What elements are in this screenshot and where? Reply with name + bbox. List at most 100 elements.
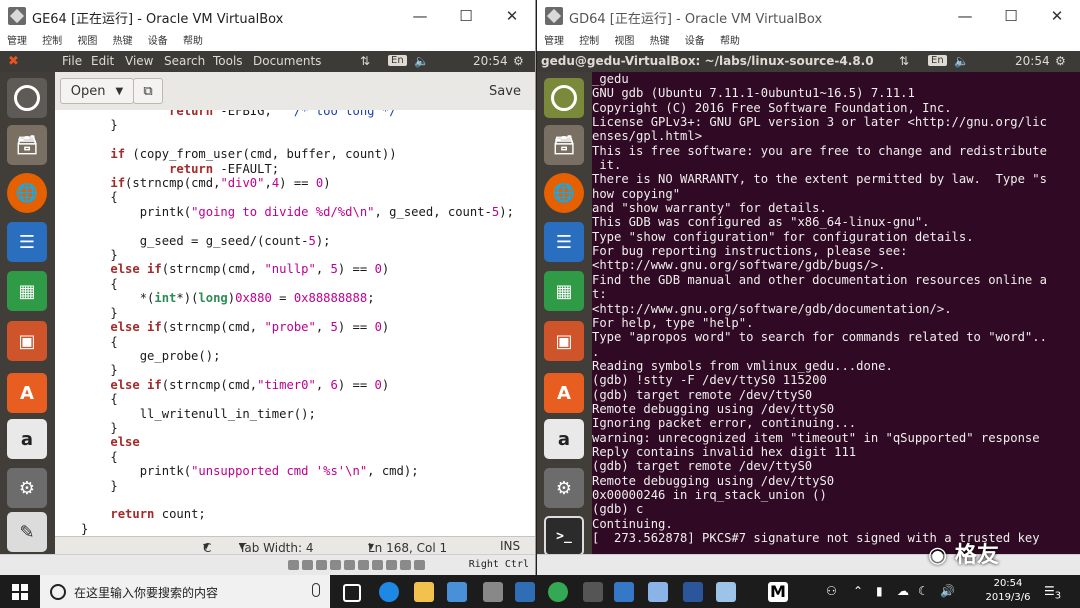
terminal-icon[interactable]: >_ [544, 516, 584, 556]
menu-hotkey[interactable]: 热键 [113, 32, 133, 51]
word-icon[interactable] [683, 582, 703, 602]
virtualbox-manager-icon[interactable] [716, 582, 736, 602]
amazon-icon[interactable]: a [544, 419, 584, 459]
menu-manage[interactable]: 管理 [7, 32, 27, 51]
menu-view[interactable]: View [125, 54, 153, 68]
maximize-icon[interactable]: ☐ [443, 0, 489, 32]
menu-tools[interactable]: Tools [213, 54, 243, 68]
optical-icon[interactable] [302, 560, 313, 570]
close-icon[interactable]: ✖ [8, 54, 19, 69]
writer-icon[interactable]: ☰ [7, 222, 47, 262]
minimize-icon[interactable]: — [397, 0, 443, 32]
panel-clock[interactable]: 20:54 [1015, 54, 1050, 68]
people-icon[interactable]: ⚇ [826, 584, 837, 598]
onedrive-icon[interactable]: ☁ [897, 584, 909, 598]
close-icon[interactable]: ✕ [1034, 0, 1080, 32]
left-virtualbox-window[interactable]: GE64 [正在运行] - Oracle VM VirtualBox — ☐ ✕… [0, 0, 536, 575]
task-view-icon[interactable] [343, 584, 361, 602]
gear-icon[interactable]: ⚙ [1055, 54, 1066, 68]
notification-icon[interactable]: ☰3 [1044, 584, 1061, 601]
start-button[interactable] [0, 575, 40, 608]
minimize-icon[interactable]: — [942, 0, 988, 32]
microphone-icon[interactable] [312, 583, 320, 597]
gear-icon[interactable]: ⚙ [513, 54, 524, 68]
battery-icon[interactable]: ▮ [876, 584, 883, 598]
ubuntu-dash-icon[interactable] [7, 78, 47, 118]
menu-help[interactable]: 帮助 [183, 32, 203, 51]
save-button[interactable]: Save [483, 78, 527, 104]
maximize-icon[interactable]: ☐ [988, 0, 1034, 32]
recording-icon[interactable] [386, 560, 397, 570]
right-virtualbox-window[interactable]: GD64 [正在运行] - Oracle VM VirtualBox — ☐ ✕… [537, 0, 1080, 575]
calc-icon[interactable]: ▦ [7, 271, 47, 311]
files-icon[interactable]: 🗃 [7, 125, 47, 165]
mouse-integration-icon[interactable] [414, 560, 425, 570]
keyboard-lang-indicator[interactable]: En [388, 55, 407, 66]
menu-file[interactable]: File [62, 54, 82, 68]
store-icon[interactable] [447, 582, 467, 602]
menu-view[interactable]: 视图 [614, 32, 634, 51]
chrome-icon[interactable] [548, 582, 568, 602]
menu-help[interactable]: 帮助 [720, 32, 740, 51]
menu-documents[interactable]: Documents [253, 54, 321, 68]
speaker-icon[interactable]: 🔊 [940, 584, 955, 598]
shared-folder-icon[interactable] [358, 560, 369, 570]
menu-devices[interactable]: 设备 [685, 32, 705, 51]
panel-clock[interactable]: 20:54 [473, 54, 508, 68]
pinned-app-3-icon[interactable] [614, 582, 634, 602]
new-tab-button[interactable]: ⧉ [133, 78, 163, 104]
file-explorer-icon[interactable] [414, 582, 434, 602]
terminal-output[interactable]: _gedu GNU gdb (Ubuntu 7.11.1-0ubuntu1~16.… [592, 72, 1080, 555]
text-editor-icon[interactable]: ✎ [7, 512, 47, 552]
network-updown-icon[interactable]: ⇅ [360, 54, 370, 68]
menu-search[interactable]: Search [164, 54, 205, 68]
volume-icon[interactable]: 🔈 [954, 54, 969, 68]
taskbar-clock[interactable]: 20:54 2019/3/6 [983, 577, 1033, 605]
menu-control[interactable]: 控制 [42, 32, 62, 51]
open-button[interactable]: Open ▼ [60, 78, 134, 104]
network-updown-icon[interactable]: ⇅ [899, 54, 909, 68]
writer-icon[interactable]: ☰ [544, 222, 584, 262]
code-content[interactable]: return -EFBIG; /* too long */ } if (copy… [81, 110, 514, 536]
menu-view[interactable]: 视图 [77, 32, 97, 51]
settings-icon[interactable]: ⚙ [7, 468, 47, 508]
menu-control[interactable]: 控制 [579, 32, 599, 51]
calc-icon[interactable]: ▦ [544, 271, 584, 311]
language-selector[interactable]: C ▾ [203, 539, 211, 555]
close-icon[interactable]: ✕ [489, 0, 535, 32]
keyboard-lang-indicator[interactable]: En [928, 55, 947, 66]
files-icon[interactable]: 🗃 [544, 125, 584, 165]
display-icon[interactable] [372, 560, 383, 570]
menu-devices[interactable]: 设备 [148, 32, 168, 51]
software-center-icon[interactable]: A [544, 373, 584, 413]
firefox-icon[interactable]: 🌐 [7, 173, 47, 213]
left-window-titlebar[interactable]: GE64 [正在运行] - Oracle VM VirtualBox — ☐ ✕ [0, 0, 535, 33]
pinned-app-m-icon[interactable]: M [768, 582, 788, 602]
code-editor[interactable]: return -EFBIG; /* too long */ } if (copy… [55, 110, 535, 536]
audio-icon[interactable] [316, 560, 327, 570]
cpu-icon[interactable] [400, 560, 411, 570]
network-icon[interactable] [330, 560, 341, 570]
cursor-position[interactable]: Ln 168, Col 1 ▾ [368, 539, 447, 555]
tab-width-selector[interactable]: Tab Width: 4 ▾ [239, 539, 313, 555]
menu-hotkey[interactable]: 热键 [650, 32, 670, 51]
impress-icon[interactable]: ▣ [7, 321, 47, 361]
right-window-titlebar[interactable]: GD64 [正在运行] - Oracle VM VirtualBox — ☐ ✕ [537, 0, 1080, 33]
pinned-app-icon[interactable] [515, 582, 535, 602]
terminal-text[interactable]: _gedu GNU gdb (Ubuntu 7.11.1-0ubuntu1~16.… [592, 72, 1047, 545]
usb-icon[interactable] [344, 560, 355, 570]
wifi-icon[interactable]: ☾ [918, 584, 929, 598]
menu-manage[interactable]: 管理 [544, 32, 564, 51]
taskbar-search-box[interactable]: 在这里输入你要搜索的内容 [40, 575, 330, 608]
volume-icon[interactable]: 🔈 [414, 54, 429, 68]
ubuntu-dash-icon[interactable] [544, 78, 584, 118]
settings-icon[interactable]: ⚙ [544, 468, 584, 508]
impress-icon[interactable]: ▣ [544, 321, 584, 361]
amazon-icon[interactable]: a [7, 419, 47, 459]
firefox-icon[interactable]: 🌐 [544, 173, 584, 213]
software-center-icon[interactable]: A [7, 373, 47, 413]
pinned-app-2-icon[interactable] [583, 582, 603, 602]
virtualbox-taskbar-icon[interactable] [648, 582, 668, 602]
tray-chevron-icon[interactable]: ⌃ [853, 584, 863, 598]
hdd-icon[interactable] [288, 560, 299, 570]
